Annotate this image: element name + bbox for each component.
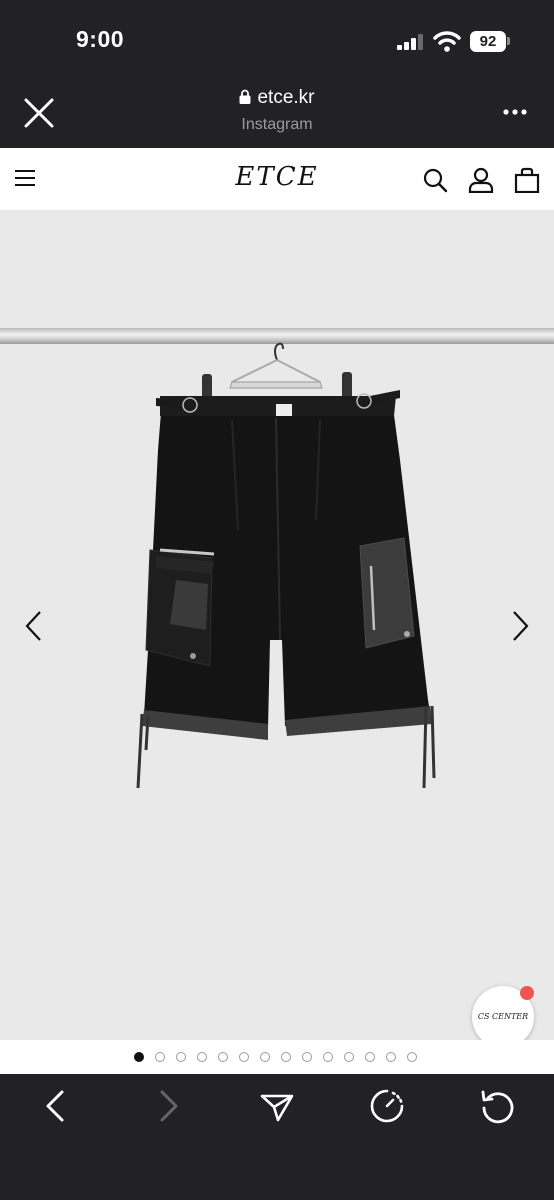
product-image[interactable]: CS CENTER [0,210,554,1040]
battery-nub [507,37,510,45]
pagination-dot[interactable] [176,1052,186,1062]
forward-icon[interactable] [150,1088,186,1124]
url-domain: etce.kr [257,87,315,108]
pagination-dot[interactable] [302,1052,312,1062]
more-icon[interactable] [502,108,528,116]
battery-level: 92 [470,31,506,52]
pagination-dot[interactable] [260,1052,270,1062]
pagination-dot[interactable] [386,1052,396,1062]
pagination-dots [134,1052,417,1062]
pagination-dot[interactable] [218,1052,228,1062]
pagination-dot[interactable] [365,1052,375,1062]
share-icon[interactable] [259,1088,295,1124]
pagination-dot[interactable] [323,1052,333,1062]
reload-icon[interactable] [480,1088,516,1124]
pagination-dot[interactable] [134,1052,144,1062]
url-bar[interactable]: etce.kr [0,87,554,109]
speed-icon[interactable] [369,1088,405,1124]
pagination-dot[interactable] [197,1052,207,1062]
browser-header: etce.kr Instagram [0,78,554,148]
signal-icon [397,34,423,50]
pagination-dot[interactable] [155,1052,165,1062]
notification-dot [520,986,534,1000]
pagination-dot[interactable] [281,1052,291,1062]
chevron-left-icon[interactable] [22,608,44,644]
wifi-icon [433,31,461,52]
status-bar: 9:00 92 [0,0,554,78]
search-icon[interactable] [422,167,448,193]
gallery-pagination [0,1040,554,1074]
chevron-right-icon[interactable] [510,608,532,644]
cargo-shorts-image [136,342,436,789]
browser-toolbar [0,1074,554,1200]
bag-icon[interactable] [514,167,540,193]
lock-icon [239,89,251,104]
site-nav: ETCE [0,148,554,210]
pagination-dot[interactable] [407,1052,417,1062]
status-time: 9:00 [76,26,125,52]
pagination-dot[interactable] [239,1052,249,1062]
pagination-dot[interactable] [344,1052,354,1062]
back-icon[interactable] [38,1088,74,1124]
url-subtitle: Instagram [241,116,313,133]
account-icon[interactable] [468,167,494,193]
